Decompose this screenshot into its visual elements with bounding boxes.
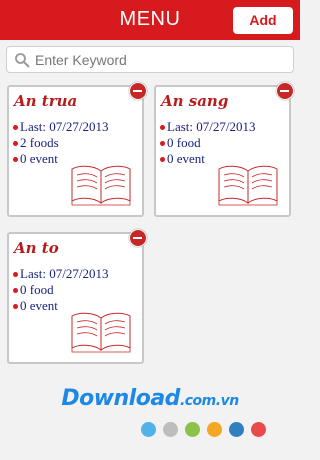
book-icon — [71, 312, 131, 353]
card-foods-count: 2 foods — [20, 135, 59, 150]
search-bar[interactable] — [6, 46, 294, 73]
bullet-icon — [160, 124, 165, 130]
card-title: An sang — [161, 92, 229, 110]
menu-card[interactable]: An sang Last: 07/27/2013 0 food 0 event — [154, 82, 294, 217]
add-button[interactable]: Add — [233, 7, 293, 34]
logo-main: Download — [61, 386, 180, 411]
card-foods-count: 0 food — [167, 135, 201, 150]
card-events-count: 0 event — [20, 151, 58, 166]
bullet-icon — [13, 156, 18, 162]
book-icon — [218, 165, 278, 206]
bullet-icon — [13, 271, 18, 277]
card-title: An to — [14, 239, 59, 257]
card-events-count: 0 event — [167, 151, 205, 166]
menu-card[interactable]: An trua Last: 07/27/2013 2 foods 0 event — [7, 82, 147, 217]
logo-dots — [141, 422, 266, 437]
logo-dot — [185, 422, 200, 437]
logo-dot — [207, 422, 222, 437]
app-header: MENU Add — [0, 0, 300, 40]
bullet-icon — [13, 124, 18, 130]
book-icon — [71, 165, 131, 206]
card-events-count: 0 event — [20, 298, 58, 313]
logo-dot — [141, 422, 156, 437]
card-last-date: Last: 07/27/2013 — [20, 266, 109, 281]
logo-dot — [229, 422, 244, 437]
logo-suffix: .com.vn — [179, 393, 239, 409]
card-foods-count: 0 food — [20, 282, 54, 297]
card-title: An trua — [14, 92, 78, 110]
search-icon — [15, 53, 30, 68]
remove-button[interactable] — [276, 82, 294, 100]
remove-button[interactable] — [129, 229, 147, 247]
logo-dot — [251, 422, 266, 437]
search-input[interactable] — [35, 49, 285, 70]
bullet-icon — [13, 303, 18, 309]
watermark-logo: Download.com.vn — [0, 386, 300, 411]
card-last-date: Last: 07/27/2013 — [20, 119, 109, 134]
card-last-date: Last: 07/27/2013 — [167, 119, 256, 134]
bullet-icon — [160, 156, 165, 162]
logo-dot — [163, 422, 178, 437]
bullet-icon — [13, 287, 18, 293]
bullet-icon — [160, 140, 165, 146]
remove-button[interactable] — [129, 82, 147, 100]
menu-card[interactable]: An to Last: 07/27/2013 0 food 0 event — [7, 229, 147, 364]
bullet-icon — [13, 140, 18, 146]
